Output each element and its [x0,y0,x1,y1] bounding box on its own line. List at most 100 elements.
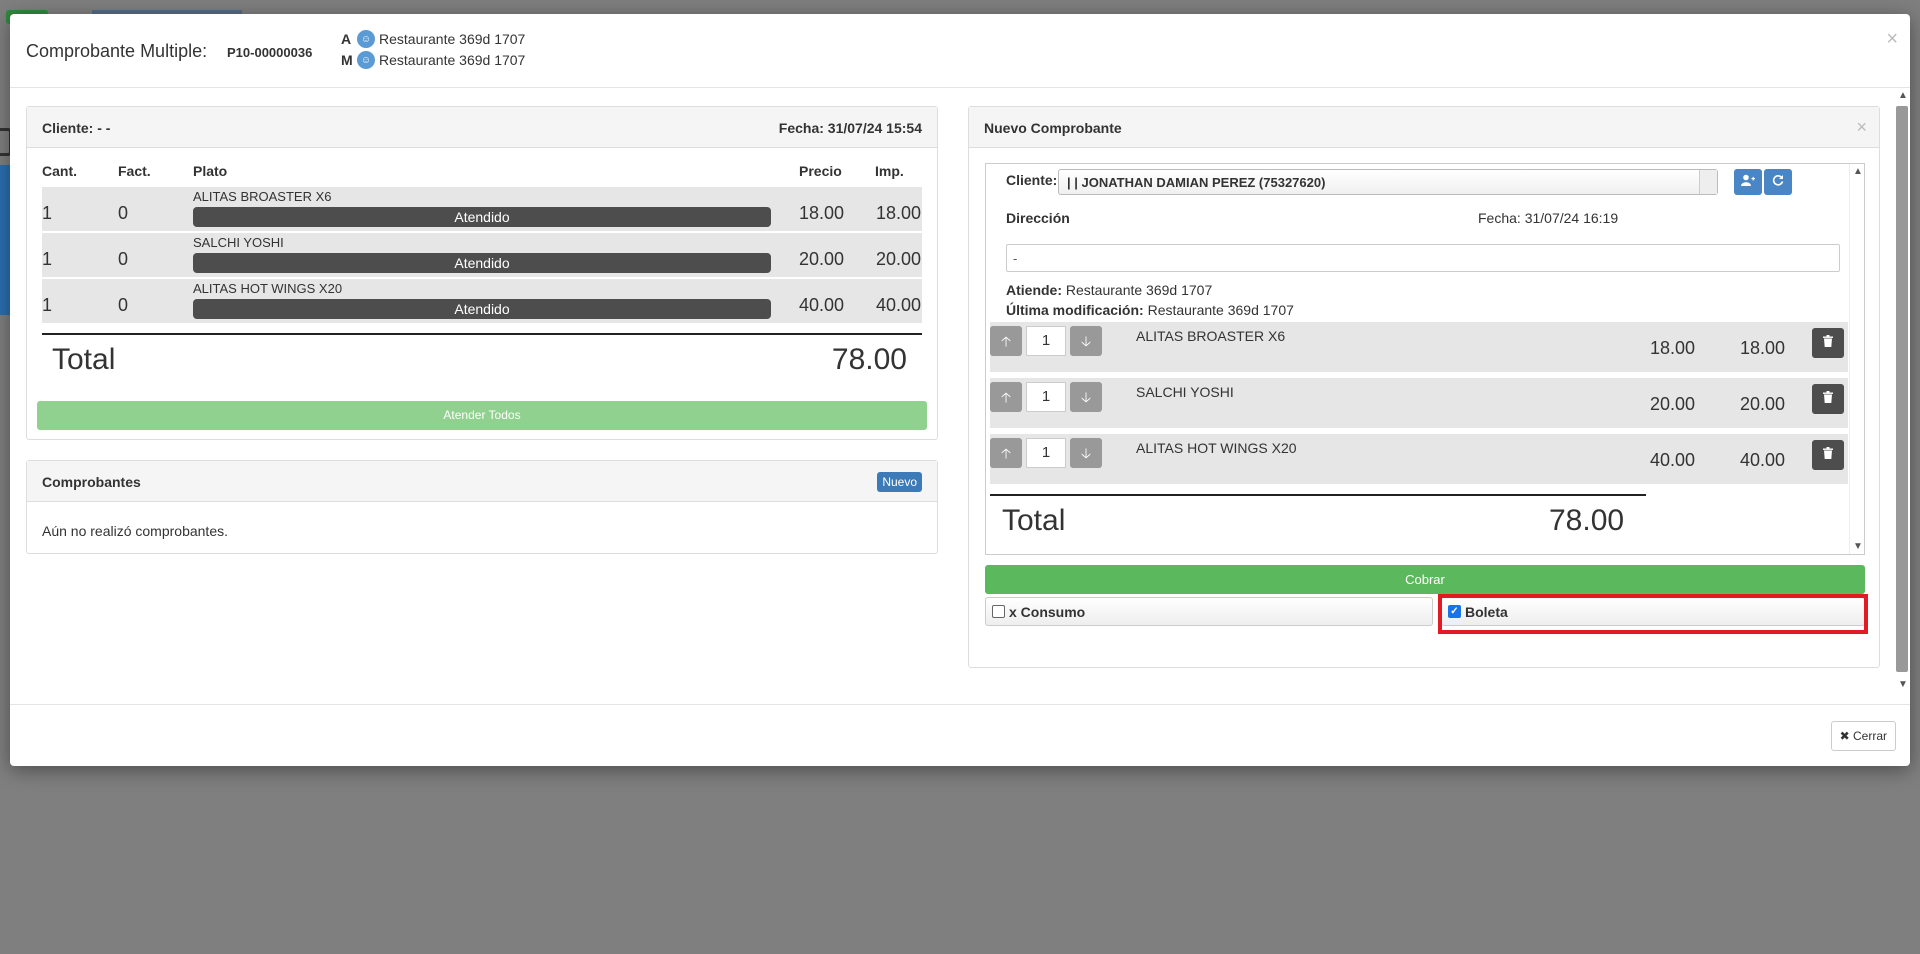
quantity-field[interactable]: 1 [1026,382,1066,412]
list-item: 🡡 1 🡣 ALITAS HOT WINGS X20 40.00 40.00 [990,434,1848,484]
modified-value: Restaurante 369d 1707 [1147,302,1294,318]
address-label: Dirección [1006,210,1070,226]
increase-button[interactable]: 🡡 [990,438,1022,468]
total-divider [42,333,922,335]
col-plato: Plato [193,163,228,179]
client-field-label: Cliente: [1006,172,1058,188]
attend-all-button[interactable]: Atender Todos [37,401,927,430]
quantity-field[interactable]: 1 [1026,438,1066,468]
row-imp: 40.00 [876,295,922,315]
voucher-date: Fecha: 31/07/24 16:19 [1478,210,1619,226]
status-badge[interactable]: Atendido [193,253,771,273]
item-price: 20.00 [1650,394,1696,414]
trash-icon [1823,447,1833,459]
vouchers-panel-heading: Comprobantes Nuevo [27,461,937,502]
close-label: Cerrar [1852,729,1887,743]
row-cant: 1 [42,249,53,269]
item-name: SALCHI YOSHI [1136,384,1234,400]
client-select[interactable]: | | JONATHAN DAMIAN PEREZ (75327620) [1058,169,1718,195]
quantity-field[interactable]: 1 [1026,326,1066,356]
modal-close-icon[interactable]: × [1886,28,1898,51]
attends-label: Atiende: [1006,282,1062,298]
consumo-checkbox[interactable]: x Consumo [985,597,1433,626]
modal-scrollbar[interactable]: ▲ ▼ [1894,88,1910,692]
pay-button[interactable]: Cobrar [985,565,1865,594]
scrollbar-thumb[interactable] [1896,106,1908,672]
attended-by-m: M ☺ Restaurante 369d 1707 [341,51,525,69]
row-fact: 0 [118,203,129,223]
status-badge[interactable]: Atendido [193,207,771,227]
status-badge[interactable]: Atendido [193,299,771,319]
item-amount: 40.00 [1740,450,1786,470]
add-user-button[interactable] [1734,169,1762,195]
refresh-icon [1772,175,1784,186]
new-voucher-panel: Nuevo Comprobante × Cliente: | | JONATHA… [968,106,1880,668]
new-voucher-button[interactable]: Nuevo [877,472,922,492]
list-item: 🡡 1 🡣 ALITAS BROASTER X6 18.00 18.00 [990,322,1848,372]
row-cant: 1 [42,295,53,315]
list-item: 🡡 1 🡣 SALCHI YOSHI 20.00 20.00 [990,378,1848,428]
attended-by-a: A ☺ Restaurante 369d 1707 [341,30,525,48]
modal-footer: ✖ Cerrar [10,704,1910,766]
new-voucher-heading: Nuevo Comprobante × [969,107,1879,148]
refresh-button[interactable] [1764,169,1792,195]
row-price: 40.00 [799,295,845,315]
consumo-label: x Consumo [1009,603,1086,620]
new-voucher-title: Nuevo Comprobante [984,120,1122,136]
selection-highlight [1438,594,1868,634]
item-amount: 20.00 [1740,394,1786,414]
empty-message: Aún no realizó comprobantes. [42,523,228,539]
total-divider [990,494,1646,496]
row-imp: 18.00 [876,203,922,223]
row-price: 18.00 [799,203,845,223]
user-avatar-icon: ☺ [357,51,375,69]
col-precio: Precio [799,163,842,179]
chevron-down-icon: ▼ [1898,679,1908,690]
modal-title: Comprobante Multiple: [26,41,208,61]
attends-info: Atiende: Restaurante 369d 1707 [1006,282,1212,298]
order-panel-heading: Cliente: - - Fecha: 31/07/24 15:54 [27,107,937,148]
delete-button[interactable] [1812,384,1844,414]
client-label: Cliente: - - [42,120,111,136]
chevron-down-icon: ▼ [1853,541,1863,552]
decrease-button[interactable]: 🡣 [1070,382,1102,412]
panel-close-icon[interactable]: × [1856,117,1867,138]
row-imp: 20.00 [876,249,922,269]
decrease-button[interactable]: 🡣 [1070,326,1102,356]
close-button[interactable]: ✖ Cerrar [1830,721,1896,751]
increase-button[interactable]: 🡡 [990,382,1022,412]
col-cant: Cant. [42,163,77,179]
total-label: Total [1002,504,1066,537]
row-dish: ALITAS HOT WINGS X20 [193,281,343,296]
increase-button[interactable]: 🡡 [990,326,1022,356]
total-value: 78.00 [831,343,907,376]
total-label: Total [52,343,116,376]
item-price: 40.00 [1650,450,1696,470]
add-user-icon [1741,174,1755,186]
voucher-form: Cliente: | | JONATHAN DAMIAN PEREZ (7532… [985,163,1865,555]
table-row: 1 0 ALITAS BROASTER X6 Atendido 18.00 18… [42,187,922,231]
item-name: ALITAS BROASTER X6 [1136,328,1286,344]
item-price: 18.00 [1650,338,1696,358]
form-scrollbar[interactable]: ▲ ▼ [1849,164,1864,554]
role-letter: M [341,52,353,68]
row-fact: 0 [118,295,129,315]
order-date: Fecha: 31/07/24 15:54 [778,120,922,136]
order-panel: Cliente: - - Fecha: 31/07/24 15:54 Cant.… [26,106,938,440]
table-row: 1 0 ALITAS HOT WINGS X20 Atendido 40.00 … [42,279,922,323]
decrease-button[interactable]: 🡣 [1070,438,1102,468]
col-fact: Fact. [118,163,151,179]
row-dish: SALCHI YOSHI [193,235,284,250]
modal-header: Comprobante Multiple: P10-00000036 A ☺ R… [10,14,1910,88]
modified-info: Última modificación: Restaurante 369d 17… [1006,302,1294,318]
delete-button[interactable] [1812,328,1844,358]
item-name: ALITAS HOT WINGS X20 [1136,440,1297,456]
address-input[interactable]: - [1006,244,1840,272]
user-name: Restaurante 369d 1707 [379,31,526,47]
row-fact: 0 [118,249,129,269]
order-code: P10-00000036 [227,45,313,60]
delete-button[interactable] [1812,440,1844,470]
role-letter: A [341,31,352,47]
close-icon: ✖ [1839,729,1850,743]
modified-label: Última modificación: [1006,302,1144,318]
